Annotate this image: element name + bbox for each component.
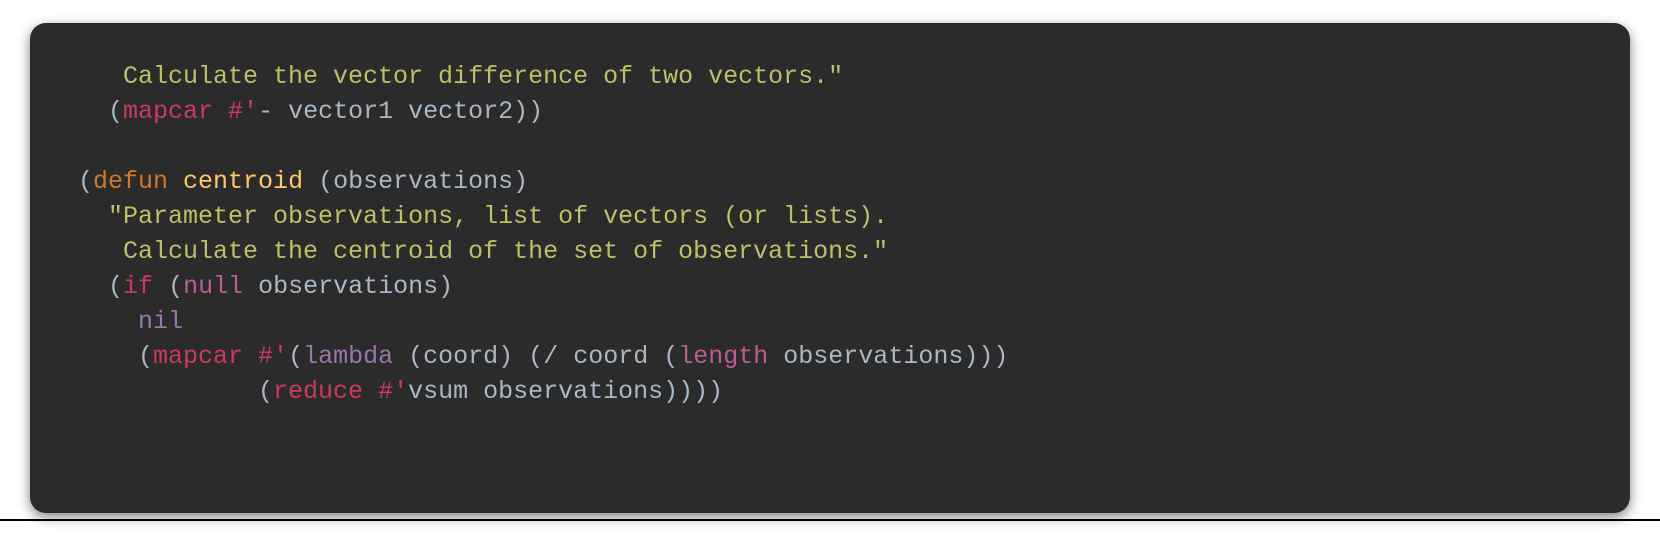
code-block: Calculate the vector difference of two v… — [30, 23, 1630, 513]
reduce-call: reduce — [273, 377, 363, 406]
space — [393, 342, 408, 371]
docstring-line: Calculate the vector difference of two v… — [78, 62, 843, 91]
length-fn: length — [678, 342, 768, 371]
paren: ( — [108, 272, 123, 301]
identifier: observations — [258, 272, 438, 301]
indent — [78, 307, 138, 336]
paren: ( — [528, 342, 543, 371]
paren: ( — [168, 272, 183, 301]
space — [468, 377, 483, 406]
space — [243, 272, 258, 301]
indent — [78, 202, 108, 231]
paren: ( — [318, 167, 333, 196]
paren: ( — [288, 342, 303, 371]
param: observations — [333, 167, 513, 196]
paren: ) — [498, 342, 513, 371]
docstring-line: "Parameter observations, list of vectors… — [108, 202, 888, 231]
if-keyword: if — [123, 272, 153, 301]
defun-keyword: defun — [93, 167, 168, 196]
paren: ( — [663, 342, 678, 371]
minus-fn: - — [258, 97, 273, 126]
space — [768, 342, 783, 371]
args: vector1 vector2 — [273, 97, 513, 126]
div-op: / — [543, 342, 558, 371]
null-fn: null — [183, 272, 243, 301]
indent — [78, 237, 123, 266]
hash-quote: #' — [213, 97, 258, 126]
param: coord — [423, 342, 498, 371]
lambda-keyword: lambda — [303, 342, 393, 371]
divider-line — [0, 519, 1660, 521]
space — [303, 167, 318, 196]
space — [168, 167, 183, 196]
paren: ) — [513, 167, 528, 196]
space — [558, 342, 573, 371]
space — [153, 272, 168, 301]
paren: ( — [78, 167, 93, 196]
paren: ( — [138, 342, 153, 371]
paren: ))) — [963, 342, 1008, 371]
code-content: Calculate the vector difference of two v… — [78, 59, 1582, 409]
docstring-line: Calculate the centroid of the set of obs… — [123, 237, 888, 266]
paren: ( — [258, 377, 273, 406]
function-name: centroid — [183, 167, 303, 196]
space — [648, 342, 663, 371]
identifier: observations — [483, 377, 663, 406]
vsum-fn: vsum — [408, 377, 468, 406]
paren: )))) — [663, 377, 723, 406]
paren: ( — [408, 342, 423, 371]
paren: ) — [438, 272, 453, 301]
paren: ( — [108, 97, 123, 126]
mapcar-call: mapcar — [123, 97, 213, 126]
space — [513, 342, 528, 371]
paren: )) — [513, 97, 543, 126]
identifier: observations — [783, 342, 963, 371]
indent — [78, 272, 108, 301]
nil-literal: nil — [138, 307, 183, 336]
mapcar-call: mapcar — [153, 342, 243, 371]
hash-quote: #' — [243, 342, 288, 371]
hash-quote: #' — [363, 377, 408, 406]
identifier: coord — [573, 342, 648, 371]
indent — [78, 377, 258, 406]
indent — [78, 342, 138, 371]
